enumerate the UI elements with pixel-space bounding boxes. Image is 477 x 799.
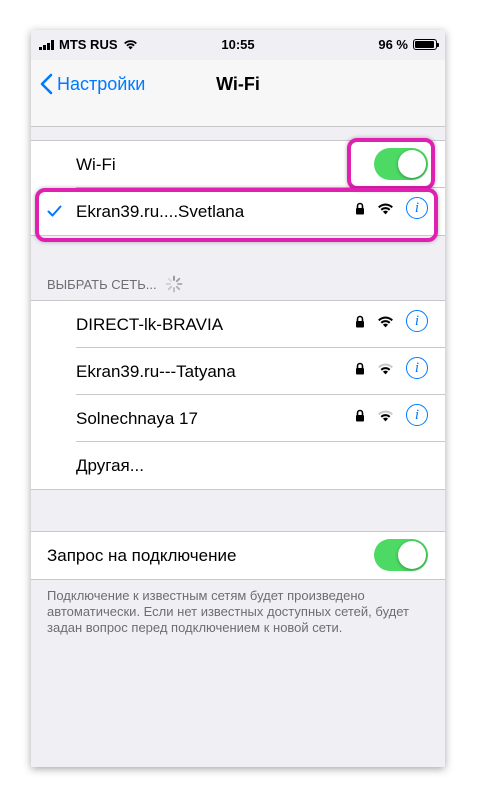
wifi-group: Wi-Fi Ekran39.ru....Svetlana i [31, 140, 445, 236]
status-right: 96 % [378, 37, 439, 52]
lock-icon [356, 362, 364, 374]
ask-to-join-group: Запрос на подключение [31, 531, 445, 580]
wifi-signal-medium-icon [378, 363, 393, 374]
network-name: Solnechnaya 17 [76, 409, 198, 428]
lock-icon [356, 202, 364, 214]
checkmark-icon [47, 205, 62, 217]
wifi-label: Wi-Fi [76, 155, 116, 174]
info-icon[interactable]: i [406, 404, 428, 426]
other-network-row[interactable]: Другая... [31, 442, 445, 489]
status-bar: MTS RUS 10:55 96 % [31, 30, 445, 60]
lock-icon [356, 409, 364, 421]
wifi-toggle-row: Wi-Fi [31, 141, 445, 188]
ask-to-join-description: Подключение к известным сетям будет прои… [47, 588, 409, 635]
networks-group: DIRECT-lk-BRAVIA i Ekran39.ru---Tatyana [31, 300, 445, 490]
wifi-signal-full-icon [378, 203, 393, 214]
network-row[interactable]: Solnechnaya 17 i [31, 395, 445, 442]
wifi-toggle[interactable] [374, 148, 428, 180]
choose-network-label: ВЫБРАТЬ СЕТЬ... [47, 276, 157, 292]
info-icon[interactable]: i [406, 310, 428, 332]
wifi-signal-full-icon [378, 316, 393, 327]
info-icon[interactable]: i [406, 357, 428, 379]
connected-network-row[interactable]: Ekran39.ru....Svetlana i [31, 188, 445, 235]
toggle-knob [398, 150, 426, 178]
ask-to-join-toggle[interactable] [374, 539, 428, 571]
wifi-signal-medium-icon [378, 410, 393, 421]
lock-icon [356, 315, 364, 327]
ask-to-join-row: Запрос на подключение [31, 532, 445, 579]
choose-network-header: ВЫБРАТЬ СЕТЬ... [47, 275, 183, 293]
ask-to-join-label: Запрос на подключение [47, 546, 237, 565]
network-row[interactable]: Ekran39.ru---Tatyana i [31, 348, 445, 395]
page-title: Wi-Fi [216, 74, 260, 94]
info-icon[interactable]: i [406, 197, 428, 219]
battery-percent: 96 % [378, 37, 408, 52]
toggle-knob [398, 541, 426, 569]
battery-fill [415, 41, 434, 48]
network-name: Ekran39.ru---Tatyana [76, 362, 236, 381]
navigation-bar: Настройки Wi-Fi [31, 60, 445, 127]
other-network-label: Другая... [76, 456, 144, 475]
network-name: DIRECT-lk-BRAVIA [76, 315, 224, 334]
network-row[interactable]: DIRECT-lk-BRAVIA i [31, 301, 445, 348]
connected-network-name: Ekran39.ru....Svetlana [76, 202, 245, 221]
battery-icon [413, 39, 439, 50]
phone-screen: MTS RUS 10:55 96 % Настройки Wi-Fi Wi-Fi [31, 30, 445, 767]
loading-spinner-icon [165, 275, 183, 293]
